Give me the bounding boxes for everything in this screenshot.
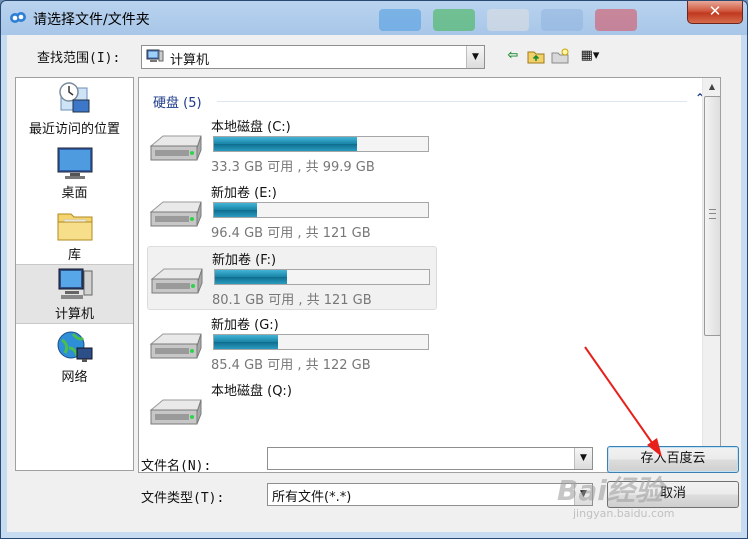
drive-free-space: 85.4 GB 可用 , 共 122 GB [211, 358, 371, 373]
drive-usage-fill [214, 137, 357, 151]
hard-drive-icon [149, 135, 202, 161]
hard-drive-icon [149, 333, 202, 359]
filetype-label: 文件类型(T): [141, 491, 225, 506]
drive-usage-bar [214, 269, 430, 285]
place-label: 计算机 [54, 307, 94, 322]
background-window-decoration [379, 9, 421, 31]
place-recent[interactable]: 最近访问的位置 [16, 80, 133, 138]
look-in-value: 计算机 [170, 53, 210, 68]
watermark-brand: Bai经验 [557, 474, 663, 507]
filetype-value: 所有文件(*.*) [272, 490, 352, 505]
grip-icon [709, 209, 716, 219]
place-desktop[interactable]: 桌面 [16, 144, 133, 202]
dialog-client-area: 查找范围(I): 计算机 ▼ ⇦ ▦▾ 最近访问的位置 桌面 库 计算机 网络 … [7, 35, 741, 532]
drive-name: 新加卷 (G:) [211, 318, 279, 333]
place-label: 最近访问的位置 [28, 122, 120, 137]
filename-combobox[interactable]: ▼ [267, 447, 593, 470]
place-label: 网络 [61, 370, 88, 385]
drive-item[interactable]: 新加卷 (E:) 96.4 GB 可用 , 共 121 GB [147, 180, 435, 242]
chevron-down-icon[interactable]: ▼ [466, 46, 484, 68]
hard-drive-icon [149, 201, 202, 227]
drive-usage-bar [213, 334, 429, 350]
back-arrow-icon[interactable]: ⇦ [505, 47, 521, 65]
watermark-url: jingyan.baidu.com [573, 507, 675, 520]
drive-usage-fill [214, 203, 258, 217]
chevron-down-icon[interactable]: ▼ [574, 448, 592, 469]
network-icon [57, 331, 92, 362]
hard-drive-icon [149, 399, 202, 425]
background-window-decoration [541, 9, 583, 31]
drive-name: 本地磁盘 (Q:) [211, 384, 292, 399]
drive-usage-fill [215, 270, 288, 284]
filename-input[interactable] [268, 448, 566, 467]
title-bar[interactable]: 请选择文件/文件夹 ✕ [1, 1, 747, 34]
view-menu-icon[interactable]: ▦▾ [575, 47, 605, 65]
group-divider [217, 101, 687, 102]
baidu-cloud-icon [10, 12, 26, 23]
drive-usage-bar [213, 202, 429, 218]
drive-item[interactable]: 本地磁盘 (C:) 33.3 GB 可用 , 共 99.9 GB [147, 114, 435, 176]
drive-free-space: 80.1 GB 可用 , 共 121 GB [212, 293, 372, 308]
place-network[interactable]: 网络 [16, 328, 133, 386]
background-window-decoration [595, 9, 637, 31]
libraries-icon [57, 213, 92, 241]
computer-icon [146, 49, 164, 62]
background-window-decoration [487, 9, 529, 31]
scroll-up-arrow-icon[interactable]: ▲ [703, 78, 720, 95]
close-button[interactable]: ✕ [687, 1, 743, 24]
drive-name: 本地磁盘 (C:) [211, 120, 291, 135]
new-folder-icon[interactable] [551, 47, 569, 65]
drive-name: 新加卷 (E:) [211, 186, 277, 201]
vertical-scrollbar[interactable]: ▲ ▼ [702, 78, 720, 472]
drive-usage-bar [213, 136, 429, 152]
computer-icon [58, 268, 92, 299]
look-in-combobox[interactable]: 计算机 ▼ [141, 45, 485, 69]
drive-name: 新加卷 (F:) [212, 253, 277, 268]
group-header-hard-disks[interactable]: 硬盘 (5) [153, 92, 202, 111]
drive-item[interactable]: 本地磁盘 (Q:) [147, 378, 435, 440]
recent-places-icon [58, 82, 89, 113]
scroll-thumb[interactable] [704, 96, 720, 336]
place-libraries[interactable]: 库 [16, 206, 133, 264]
place-computer[interactable]: 计算机 [16, 264, 133, 324]
desktop-icon [57, 147, 92, 179]
drive-item[interactable]: 新加卷 (F:) 80.1 GB 可用 , 共 121 GB [147, 246, 437, 310]
look-in-label: 查找范围(I): [37, 51, 121, 66]
window-title: 请选择文件/文件夹 [33, 12, 150, 28]
places-bar: 最近访问的位置 桌面 库 计算机 网络 [15, 77, 134, 471]
hard-drive-icon [150, 268, 203, 294]
drive-usage-fill [214, 335, 279, 349]
place-label: 桌面 [61, 186, 88, 201]
background-window-decoration [433, 9, 475, 31]
file-list-view[interactable]: 硬盘 (5) ⌃ 本地磁盘 (C:) 33.3 GB 可用 , 共 99.9 G… [138, 77, 721, 473]
up-folder-icon[interactable] [527, 47, 545, 65]
drive-item[interactable]: 新加卷 (G:) 85.4 GB 可用 , 共 122 GB [147, 312, 435, 374]
drive-free-space: 96.4 GB 可用 , 共 121 GB [211, 226, 371, 241]
drive-free-space: 33.3 GB 可用 , 共 99.9 GB [211, 160, 375, 175]
place-label: 库 [67, 248, 81, 263]
file-dialog-window: 请选择文件/文件夹 ✕ 查找范围(I): 计算机 ▼ ⇦ ▦▾ 最近访问的位置 … [0, 0, 748, 539]
filetype-select[interactable]: 所有文件(*.*) ▼ [267, 483, 593, 506]
filename-label: 文件名(N): [141, 459, 212, 474]
